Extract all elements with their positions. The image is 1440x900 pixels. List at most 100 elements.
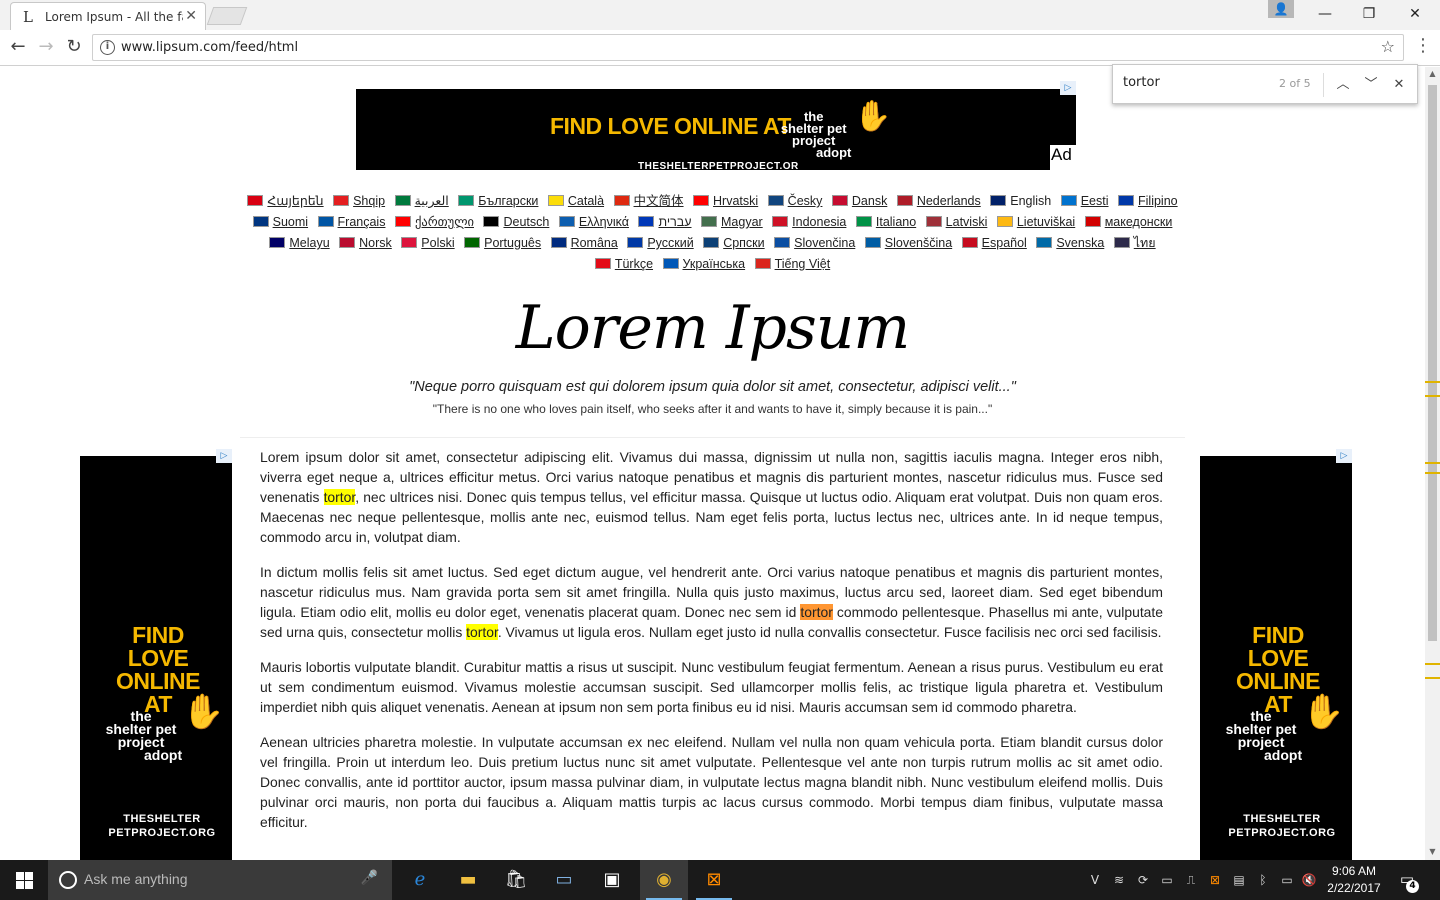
- volume-tray-icon[interactable]: 🔇: [1300, 871, 1318, 889]
- language-name: Українська: [682, 257, 746, 271]
- language-link[interactable]: العربية: [394, 191, 449, 212]
- chrome-icon[interactable]: ◉: [640, 860, 688, 900]
- language-link[interactable]: Hrvatski: [693, 191, 758, 212]
- back-button[interactable]: ←: [6, 35, 30, 59]
- maximize-button[interactable]: ❐: [1346, 3, 1392, 25]
- language-link[interactable]: Català: [547, 191, 604, 212]
- language-name: Melayu: [289, 236, 330, 250]
- store-icon[interactable]: 🛍: [492, 860, 540, 900]
- language-link[interactable]: 中文简体: [613, 191, 684, 212]
- language-link[interactable]: Nederlands: [896, 191, 981, 212]
- language-link[interactable]: Polski: [401, 233, 455, 254]
- find-prev-icon[interactable]: ︿: [1332, 74, 1354, 96]
- adchoices-icon[interactable]: ▷: [216, 449, 232, 463]
- find-close-icon[interactable]: ✕: [1388, 74, 1410, 96]
- language-link[interactable]: Česky: [767, 191, 822, 212]
- language-link[interactable]: ไทย: [1113, 233, 1156, 254]
- language-link[interactable]: ქართული: [394, 212, 474, 233]
- address-bar[interactable]: i www.lipsum.com/feed/html ☆: [92, 34, 1404, 61]
- language-name: Eesti: [1080, 194, 1109, 208]
- language-link[interactable]: Português: [464, 233, 541, 254]
- browser-tab[interactable]: L Lorem Ipsum - All the facts ✕: [10, 2, 206, 30]
- language-link[interactable]: Româna: [550, 233, 618, 254]
- language-link[interactable]: Српски: [703, 233, 765, 254]
- language-link[interactable]: Norsk: [339, 233, 392, 254]
- language-link[interactable]: Italiano: [855, 212, 916, 233]
- language-link[interactable]: Suomi: [252, 212, 308, 233]
- language-link[interactable]: Հայերեն: [247, 191, 324, 212]
- language-link[interactable]: Shqip: [333, 191, 385, 212]
- language-link[interactable]: Svenska: [1036, 233, 1104, 254]
- language-link[interactable]: Magyar: [701, 212, 763, 233]
- new-tab-button[interactable]: [206, 7, 248, 25]
- language-link[interactable]: Slovenščina: [864, 233, 952, 254]
- scroll-down-icon[interactable]: ▼: [1425, 847, 1440, 856]
- page-scrollbar[interactable]: ▲ ▼: [1425, 67, 1440, 860]
- language-link[interactable]: Latviski: [925, 212, 988, 233]
- adchoices-icon[interactable]: ▷: [1336, 449, 1352, 463]
- taskbar-clock[interactable]: 9:06 AM 2/22/2017: [1322, 863, 1386, 897]
- language-link[interactable]: Lietuviškai: [996, 212, 1075, 233]
- battery-tray-icon[interactable]: ▭: [1278, 871, 1296, 889]
- cortana-search[interactable]: Ask me anything 🎤: [48, 860, 392, 900]
- language-name: Indonesia: [792, 215, 847, 229]
- scroll-thumb[interactable]: [1428, 85, 1437, 641]
- ad-site-text: THESHELTERPETPROJECT.ORG: [638, 161, 798, 170]
- language-name: Latviski: [945, 215, 988, 229]
- language-link[interactable]: Tiếng Việt: [754, 254, 830, 275]
- find-next-icon[interactable]: ﹀: [1360, 74, 1382, 96]
- xampp-tray-icon[interactable]: ⊠: [1206, 871, 1224, 889]
- language-link[interactable]: Ελληνικά: [558, 212, 629, 233]
- file-explorer-icon[interactable]: ▬: [444, 860, 492, 900]
- tab-close-icon[interactable]: ✕: [185, 8, 197, 24]
- reload-button[interactable]: ↻: [62, 35, 86, 59]
- wifi-tray-icon[interactable]: ≋: [1110, 871, 1128, 889]
- bookmark-star-icon[interactable]: ☆: [1381, 37, 1395, 56]
- language-link[interactable]: Filipino: [1118, 191, 1178, 212]
- scroll-up-icon[interactable]: ▲: [1425, 69, 1440, 78]
- language-link[interactable]: Dansk: [831, 191, 887, 212]
- minimize-button[interactable]: —: [1302, 3, 1348, 25]
- start-button[interactable]: [0, 860, 48, 900]
- adchoices-icon[interactable]: ▷: [1060, 81, 1076, 95]
- edge-icon[interactable]: ℯ: [396, 860, 444, 900]
- language-link[interactable]: Eesti: [1060, 191, 1109, 212]
- usb-tray-icon[interactable]: ⎍: [1182, 871, 1200, 889]
- language-link[interactable]: Deutsch: [483, 212, 549, 233]
- microphone-icon[interactable]: 🎤: [361, 870, 378, 886]
- language-link[interactable]: Türkçe: [594, 254, 653, 275]
- profile-icon[interactable]: 👤: [1268, 0, 1294, 18]
- language-link[interactable]: Български: [458, 191, 538, 212]
- info-icon[interactable]: i: [100, 40, 115, 55]
- vm-tray-icon[interactable]: ▤: [1230, 871, 1248, 889]
- right-side-ad[interactable]: FIND LOVE ONLINE AT the shelter pet proj…: [1200, 456, 1352, 860]
- site-logo[interactable]: Lorem Ipsum: [0, 293, 1425, 363]
- language-link[interactable]: Slovenčina: [774, 233, 855, 254]
- url-text[interactable]: www.lipsum.com/feed/html: [121, 40, 298, 55]
- language-link[interactable]: Pусский: [627, 233, 694, 254]
- vim-tray-icon[interactable]: V: [1086, 871, 1104, 889]
- chrome-menu-icon[interactable]: ⋮: [1414, 35, 1432, 56]
- language-link[interactable]: Українська: [662, 254, 746, 275]
- language-name: Български: [478, 194, 539, 208]
- forward-button[interactable]: →: [34, 35, 58, 59]
- language-link[interactable]: עברית: [638, 212, 692, 233]
- language-link[interactable]: English: [990, 191, 1051, 212]
- language-link[interactable]: македонски: [1084, 212, 1172, 233]
- command-prompt-icon[interactable]: ▣: [588, 860, 636, 900]
- language-link[interactable]: Indonesia: [772, 212, 846, 233]
- language-name: Svenska: [1056, 236, 1105, 250]
- network-tray-icon[interactable]: ▭: [1158, 871, 1176, 889]
- top-banner-ad[interactable]: FIND LOVE ONLINE AT the shelter pet proj…: [356, 89, 1076, 170]
- left-side-ad[interactable]: FIND LOVE ONLINE AT the shelter pet proj…: [80, 456, 232, 860]
- language-link[interactable]: Français: [317, 212, 385, 233]
- xampp-icon[interactable]: ⊠: [690, 860, 738, 900]
- language-link[interactable]: Melayu: [269, 233, 330, 254]
- find-input[interactable]: [1123, 75, 1273, 90]
- close-window-button[interactable]: ✕: [1392, 3, 1438, 25]
- english-quote: "There is no one who loves pain itself, …: [432, 402, 993, 416]
- language-link[interactable]: Español: [961, 233, 1027, 254]
- sync-tray-icon[interactable]: ⟳: [1134, 871, 1152, 889]
- remote-desktop-icon[interactable]: ▭: [540, 860, 588, 900]
- bluetooth-tray-icon[interactable]: ᛒ: [1254, 871, 1272, 889]
